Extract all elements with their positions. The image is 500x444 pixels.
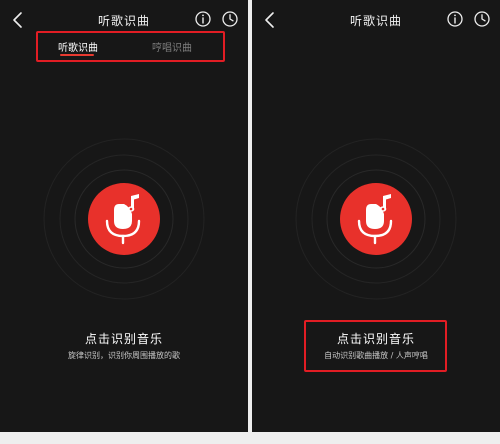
clock-icon <box>474 11 490 27</box>
microphone-note-icon <box>357 194 393 245</box>
history-button[interactable] <box>473 10 491 28</box>
clock-icon <box>222 11 238 27</box>
info-circle-icon <box>195 11 211 27</box>
info-button[interactable] <box>194 10 212 28</box>
recognize-label: 点击识别音乐 <box>84 332 163 346</box>
left-screen: 听歌识曲 听歌识曲 哼唱识曲 点击识别音乐 旋律识别，识别你周围播放的歌 <box>0 0 248 432</box>
recognize-hint: 旋律识别，识别你周围播放的歌 <box>68 351 180 360</box>
label-highlight-box <box>304 320 447 372</box>
recognize-button[interactable] <box>88 183 160 255</box>
screenshot-comparison: 听歌识曲 听歌识曲 哼唱识曲 点击识别音乐 旋律识别，识别你周围播放的歌 听歌识… <box>0 0 500 444</box>
recognize-button[interactable] <box>340 183 412 255</box>
history-button[interactable] <box>221 10 239 28</box>
right-screen: 听歌识曲 点击识别音乐 自动识别歌曲播放 / 人声哼唱 <box>252 0 500 432</box>
top-bar: 听歌识曲 <box>252 0 500 40</box>
info-button[interactable] <box>446 10 464 28</box>
info-circle-icon <box>447 11 463 27</box>
microphone-note-icon <box>105 194 141 245</box>
tabs-highlight-box <box>36 31 225 62</box>
